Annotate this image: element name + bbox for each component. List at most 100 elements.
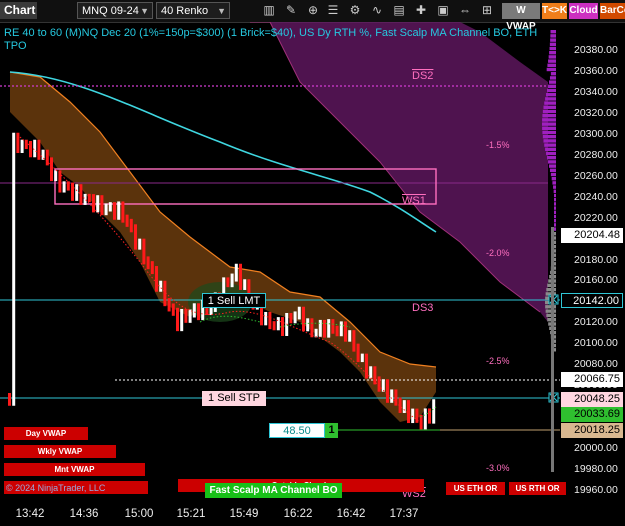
up-brick bbox=[369, 366, 373, 379]
down-brick bbox=[272, 321, 276, 331]
properties-icon[interactable]: ☰ bbox=[326, 3, 340, 17]
down-brick bbox=[125, 214, 129, 227]
up-brick bbox=[360, 353, 364, 363]
time-tick-label: 16:42 bbox=[336, 508, 366, 520]
pct-2-5-label: -2.5% bbox=[486, 356, 510, 366]
down-brick bbox=[407, 400, 410, 424]
tpo-bar bbox=[542, 122, 556, 126]
down-brick bbox=[167, 298, 171, 312]
down-brick bbox=[79, 184, 83, 205]
chart-title: RE 40 to 60 (M)NQ Dec 20 (1%=150p=$300) … bbox=[4, 27, 538, 52]
tpo-bar bbox=[545, 147, 556, 151]
tpo-bar bbox=[543, 105, 556, 109]
time-tick-label: 15:49 bbox=[229, 508, 259, 520]
sell-stop-order-label[interactable]: 1 Sell STP bbox=[202, 391, 266, 406]
up-brick bbox=[159, 280, 163, 292]
up-brick bbox=[381, 379, 385, 392]
tpo-bar bbox=[542, 114, 556, 118]
tpo-bar bbox=[553, 185, 556, 189]
down-brick bbox=[8, 393, 11, 406]
purple-cloud bbox=[250, 22, 548, 322]
up-brick bbox=[432, 399, 436, 424]
up-brick bbox=[104, 203, 108, 216]
down-brick bbox=[302, 306, 305, 332]
up-brick bbox=[75, 184, 79, 201]
tpo-bar bbox=[547, 63, 556, 67]
crosshair-icon[interactable]: ✚ bbox=[414, 3, 428, 17]
us-rth-or-button[interactable]: US RTH OR bbox=[509, 482, 566, 495]
day-vwap-button[interactable]: Day VWAP bbox=[4, 427, 88, 440]
down-brick bbox=[386, 379, 389, 403]
tpo-bar bbox=[554, 206, 556, 210]
up-brick bbox=[293, 311, 297, 324]
down-brick bbox=[92, 194, 95, 213]
screenshot-icon[interactable]: ▣ bbox=[436, 3, 450, 17]
price-tick-label: 20340.00 bbox=[574, 85, 618, 98]
bar-type-label: 40 Renko bbox=[161, 5, 209, 17]
instrument-selector[interactable]: MNQ 09-24 ▼ bbox=[77, 2, 153, 19]
pct-2-0-label: -2.0% bbox=[486, 248, 510, 258]
up-brick bbox=[264, 311, 268, 326]
up-brick bbox=[20, 139, 24, 154]
sell-limit-order-label[interactable]: 1 Sell LMT bbox=[202, 293, 266, 308]
link-icon[interactable]: ⇔ bbox=[458, 3, 472, 17]
strategies-icon[interactable]: ⚙ bbox=[348, 3, 362, 17]
weekly-vwap-panel-button[interactable]: Wkly VWAP bbox=[4, 445, 116, 458]
tpo-bar bbox=[546, 151, 556, 156]
bar-type-selector[interactable]: 40 Renko ▼ bbox=[156, 2, 230, 19]
ws1-label: WS1 bbox=[402, 195, 426, 207]
tpo-bar bbox=[543, 139, 556, 143]
ds3-label: DS3 bbox=[412, 302, 434, 314]
tpo-bar bbox=[542, 118, 556, 122]
position-pnl[interactable]: 48.50 bbox=[269, 423, 325, 438]
price-tick-label: 20100.00 bbox=[574, 337, 618, 350]
down-brick bbox=[289, 312, 293, 324]
price-tick-label: 19960.00 bbox=[574, 484, 618, 496]
up-brick bbox=[411, 408, 415, 424]
price-marker-badge: 20066.75 bbox=[561, 372, 623, 388]
up-brick bbox=[276, 317, 280, 331]
down-brick bbox=[150, 261, 154, 275]
ruler-icon[interactable]: ⊞ bbox=[480, 3, 494, 17]
price-marker-badge: 20204.48 bbox=[561, 227, 623, 243]
tpo-bar bbox=[549, 80, 556, 84]
bar-chart-icon[interactable]: ▥ bbox=[262, 3, 276, 17]
weekly-vwap-button[interactable]: W VWAP bbox=[502, 3, 540, 32]
tpo-bar bbox=[554, 193, 556, 198]
price-tick-label: 20280.00 bbox=[574, 148, 618, 161]
down-brick bbox=[197, 303, 200, 321]
tpo-bar bbox=[542, 109, 556, 114]
us-eth-or-button[interactable]: US ETH OR bbox=[446, 482, 505, 495]
tpo-bar bbox=[554, 227, 556, 231]
up-brick bbox=[318, 319, 322, 337]
tk-button[interactable]: T<>K bbox=[542, 3, 567, 19]
monthly-vwap-button[interactable]: Mnt VWAP bbox=[4, 463, 145, 476]
up-brick bbox=[348, 330, 352, 342]
price-tick-label: 20300.00 bbox=[574, 127, 618, 140]
tpo-bar bbox=[546, 93, 556, 97]
cloud-button[interactable]: Cloud bbox=[569, 3, 598, 19]
tpo-bar bbox=[545, 309, 556, 313]
up-brick bbox=[12, 132, 16, 406]
down-brick bbox=[146, 256, 150, 270]
tpo-bar bbox=[548, 160, 556, 164]
chart-tab[interactable]: Chart bbox=[0, 2, 37, 19]
templates-icon[interactable]: ▤ bbox=[392, 3, 406, 17]
down-brick bbox=[58, 170, 62, 193]
tpo-bar bbox=[554, 210, 556, 214]
price-tick-label: 20180.00 bbox=[574, 253, 618, 266]
position-quantity[interactable]: 1 bbox=[325, 423, 338, 438]
indicators-icon[interactable]: ∿ bbox=[370, 3, 384, 17]
up-brick bbox=[339, 321, 343, 337]
up-brick bbox=[108, 202, 112, 212]
pencil-icon[interactable]: ✎ bbox=[284, 3, 298, 17]
up-brick bbox=[188, 309, 192, 323]
price-tick-label: 20160.00 bbox=[574, 274, 618, 287]
tpo-bar bbox=[554, 214, 556, 219]
fast-scalp-button[interactable]: Fast Scalp MA Channel BO bbox=[205, 483, 342, 498]
zoom-in-icon[interactable]: ⊕ bbox=[306, 3, 320, 17]
barco-button[interactable]: BarCo bbox=[600, 3, 625, 19]
tpo-bar bbox=[554, 223, 556, 227]
tpo-bar bbox=[550, 172, 556, 177]
up-brick bbox=[230, 273, 234, 288]
